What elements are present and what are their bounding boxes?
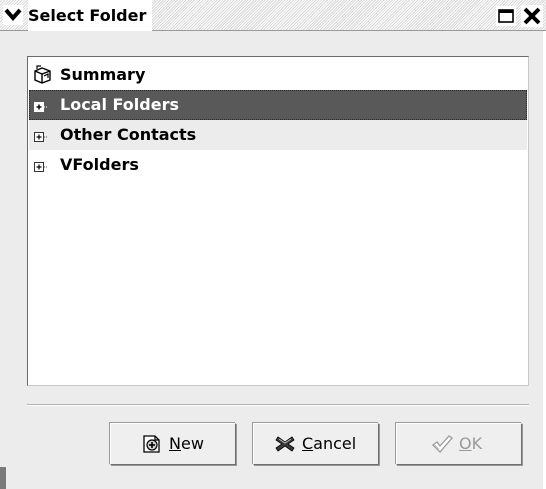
- maximize-icon: [498, 9, 514, 23]
- mnemonic: C: [302, 434, 314, 453]
- new-button[interactable]: New: [110, 423, 236, 465]
- close-button[interactable]: [521, 5, 543, 27]
- tree-item-local-folders[interactable]: Local Folders: [29, 90, 527, 120]
- tree-item-vfolders[interactable]: VFolders: [29, 150, 527, 180]
- expander-plus-icon[interactable]: [34, 99, 49, 112]
- select-folder-dialog: Select Folder Summary Local Folders Othe…: [0, 0, 546, 489]
- cancel-button-label: Cancel: [302, 424, 356, 464]
- window-bottom-left-edge: [0, 467, 6, 489]
- close-icon: [523, 7, 541, 25]
- expander-plus-icon[interactable]: [34, 129, 49, 142]
- tree-item-label: Summary: [60, 65, 146, 84]
- cancel-button[interactable]: Cancel: [253, 423, 379, 465]
- folder-tree[interactable]: Summary Local Folders Other Contacts VFo…: [27, 56, 529, 386]
- label-rest: K: [471, 434, 483, 453]
- ok-checkmark-icon: [431, 434, 453, 454]
- label-rest: ew: [180, 434, 204, 453]
- expander-plus-icon[interactable]: [34, 159, 49, 172]
- ok-button[interactable]: OK: [396, 423, 522, 465]
- label-rest: ancel: [313, 434, 357, 453]
- button-area-separator: [27, 404, 529, 406]
- chevron-down-icon: [4, 8, 22, 22]
- window-menu-button[interactable]: [3, 5, 23, 25]
- new-folder-icon: [141, 434, 163, 454]
- tree-item-label: Local Folders: [60, 95, 179, 114]
- window-title: Select Folder: [28, 0, 153, 31]
- tree-item-label: VFolders: [60, 155, 139, 174]
- summary-folder-icon: [32, 65, 54, 85]
- mnemonic: N: [169, 434, 181, 453]
- mnemonic: O: [459, 434, 472, 453]
- ok-button-label: OK: [459, 424, 482, 464]
- tree-item-other-contacts[interactable]: Other Contacts: [29, 120, 527, 150]
- new-button-label: New: [169, 424, 204, 464]
- tree-item-summary[interactable]: Summary: [29, 60, 527, 90]
- maximize-button[interactable]: [496, 6, 516, 26]
- cancel-x-icon: [274, 434, 296, 454]
- tree-item-label: Other Contacts: [60, 125, 197, 144]
- title-bar[interactable]: Select Folder: [0, 0, 546, 31]
